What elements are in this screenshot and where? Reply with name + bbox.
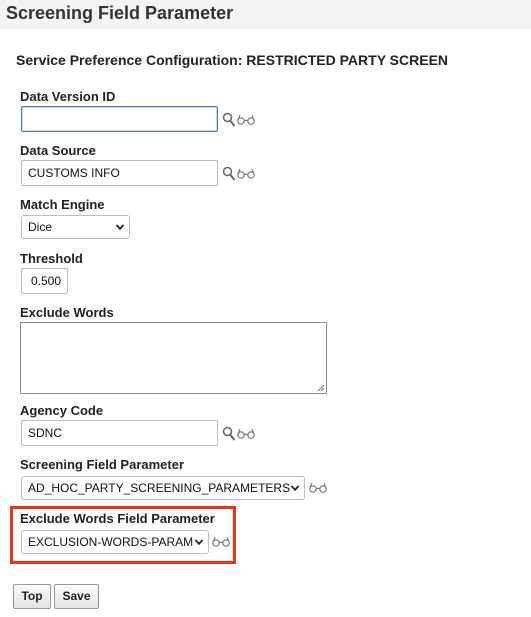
threshold-input[interactable]: 0.500 xyxy=(21,268,68,294)
top-button[interactable]: Top xyxy=(13,584,51,609)
section-title: Service Preference Configuration: RESTRI… xyxy=(16,52,449,68)
search-icon[interactable] xyxy=(222,112,236,128)
search-icon[interactable] xyxy=(222,166,236,182)
match-engine-label: Match Engine xyxy=(20,197,105,212)
page-title: Screening Field Parameter xyxy=(6,3,234,23)
data-version-id-input[interactable] xyxy=(21,106,218,132)
exclude-words-textarea[interactable] xyxy=(20,322,327,394)
exclude-words-field-parameter-value: EXCLUSION-WORDS-PARAM xyxy=(28,535,194,549)
match-engine-value: Dice xyxy=(28,220,53,234)
data-version-id-label: Data Version ID xyxy=(20,89,116,104)
screening-field-parameter-value: AD_HOC_PARTY_SCREENING_PARAMETERS xyxy=(28,481,291,495)
save-button[interactable]: Save xyxy=(54,584,99,609)
exclude-words-field-parameter-select[interactable]: EXCLUSION-WORDS-PARAM xyxy=(21,530,209,554)
agency-code-input[interactable]: SDNC xyxy=(21,420,218,446)
threshold-label: Threshold xyxy=(20,251,83,266)
match-engine-select[interactable]: Dice xyxy=(21,215,130,239)
glasses-icon[interactable] xyxy=(212,536,230,548)
exclude-words-label: Exclude Words xyxy=(20,305,114,320)
resize-grip-icon[interactable] xyxy=(317,384,325,392)
chevron-down-icon xyxy=(194,539,204,546)
exclude-words-field-parameter-label: Exclude Words Field Parameter xyxy=(20,511,215,526)
chevron-down-icon xyxy=(290,485,300,492)
search-icon[interactable] xyxy=(222,426,236,442)
data-source-label: Data Source xyxy=(20,143,96,158)
glasses-icon[interactable] xyxy=(237,114,255,126)
chevron-down-icon xyxy=(115,224,125,231)
glasses-icon[interactable] xyxy=(309,482,327,494)
screening-field-parameter-select[interactable]: AD_HOC_PARTY_SCREENING_PARAMETERS xyxy=(21,476,305,500)
glasses-icon[interactable] xyxy=(237,168,255,180)
agency-code-label: Agency Code xyxy=(20,403,104,418)
data-source-input[interactable]: CUSTOMS INFO xyxy=(21,160,218,186)
screening-field-parameter-label: Screening Field Parameter xyxy=(20,457,185,472)
glasses-icon[interactable] xyxy=(237,428,255,440)
